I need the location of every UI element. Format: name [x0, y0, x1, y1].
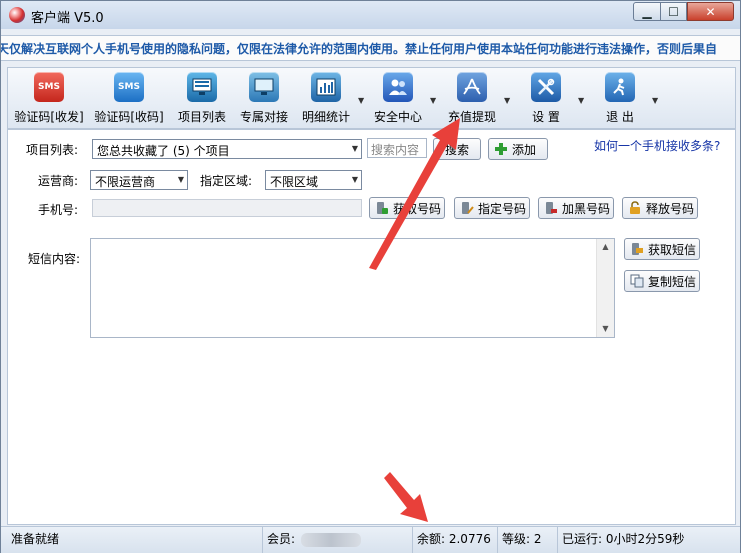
- release-number-label: 释放号码: [646, 201, 695, 216]
- tools-icon: [531, 72, 561, 102]
- region-select-value: 不限区域: [270, 175, 319, 189]
- sms-scrollbar[interactable]: ▲ ▼: [596, 239, 614, 337]
- toolbar-sms-send-receive[interactable]: SMS 验证码[收发]: [12, 68, 86, 128]
- title-bar: 客户端 V5.0 ▁ ☐ ✕: [1, 1, 740, 29]
- search-button-label: 搜索: [444, 142, 469, 157]
- region-label: 指定区域:: [200, 174, 253, 188]
- copy-sms-button[interactable]: 复制短信: [624, 270, 700, 292]
- copy-sms-label: 复制短信: [648, 274, 697, 289]
- status-ready: 准备就绪: [7, 527, 263, 553]
- toolbar-label: 专属对接: [239, 110, 288, 124]
- chevron-down-icon[interactable]: ▼: [504, 96, 510, 105]
- project-select-value: 您总共收藏了 (5) 个项目: [97, 144, 230, 158]
- status-uptime: 已运行: 0小时2分59秒: [562, 532, 685, 546]
- carrier-label: 运营商:: [38, 174, 79, 188]
- chevron-down-icon[interactable]: ▼: [358, 96, 364, 105]
- monitor-list-icon: [187, 72, 217, 102]
- bar-chart-icon: [311, 72, 341, 102]
- window-title: 客户端 V5.0: [31, 11, 104, 26]
- chevron-down-icon: ▼: [351, 144, 358, 153]
- member-label: 会员:: [267, 532, 296, 546]
- search-input[interactable]: 搜索内容: [367, 138, 427, 158]
- main-toolbar: SMS 验证码[收发] SMS 验证码[收码] 项目列表 专属对接 明细统计 ▼: [7, 67, 736, 129]
- phone-edit-icon: [460, 201, 474, 215]
- search-button[interactable]: 搜索: [433, 138, 481, 160]
- toolbar-label: 项目列表: [177, 110, 226, 124]
- toolbar-label: 验证码[收码]: [94, 110, 164, 124]
- toolbar-settings[interactable]: 设 置: [514, 68, 578, 128]
- help-link[interactable]: 如何一个手机接收多条?: [594, 137, 720, 154]
- get-number-button[interactable]: 获取号码: [369, 197, 445, 219]
- toolbar-label: 安全中心: [373, 110, 422, 124]
- assign-number-label: 指定号码: [478, 201, 527, 216]
- sms-content-textarea[interactable]: ▲ ▼: [90, 238, 615, 338]
- sms-phone-icon: [630, 242, 644, 256]
- project-list-label: 项目列表:: [26, 143, 79, 157]
- toolbar-project-list[interactable]: 项目列表: [174, 68, 230, 128]
- add-button[interactable]: 添加: [488, 138, 548, 160]
- toolbar-detail-stats[interactable]: 明细统计: [296, 68, 356, 128]
- toolbar-label: 设 置: [532, 110, 560, 124]
- get-sms-label: 获取短信: [648, 242, 697, 257]
- release-number-button[interactable]: 释放号码: [622, 197, 698, 219]
- chevron-down-icon[interactable]: ▼: [430, 96, 436, 105]
- assign-number-button[interactable]: 指定号码: [454, 197, 530, 219]
- chevron-down-icon[interactable]: ▼: [652, 96, 658, 105]
- notice-text: 天仅解决互联网个人手机号使用的隐私问题，仅限在法律允许的范围内使用。禁止任何用户…: [1, 42, 718, 56]
- status-level: 等级: 2: [498, 527, 558, 553]
- toolbar-label: 退 出: [606, 110, 634, 124]
- phone-label: 手机号:: [38, 203, 79, 217]
- toolbar-sms-receive[interactable]: SMS 验证码[收码]: [92, 68, 166, 128]
- region-select[interactable]: 不限区域 ▼: [265, 170, 362, 190]
- phone-number-field[interactable]: [92, 199, 362, 217]
- app-logo-icon: [9, 7, 25, 23]
- scroll-down-icon[interactable]: ▼: [597, 321, 614, 337]
- member-name-redacted: [300, 532, 361, 547]
- toolbar-exclusive-dock[interactable]: 专属对接: [236, 68, 292, 128]
- chevron-down-icon: ▼: [351, 175, 358, 184]
- phone-plus-icon: [375, 201, 389, 215]
- chevron-down-icon: ▼: [177, 175, 184, 184]
- toolbar-exit[interactable]: 退 出: [592, 68, 648, 128]
- minimize-button[interactable]: ▁: [633, 2, 661, 21]
- carrier-select-value: 不限运营商: [95, 175, 156, 189]
- get-sms-button[interactable]: 获取短信: [624, 238, 700, 260]
- carrier-select[interactable]: 不限运营商 ▼: [90, 170, 188, 190]
- get-number-label: 获取号码: [393, 201, 442, 216]
- close-button[interactable]: ✕: [687, 2, 734, 21]
- main-panel: 项目列表: 您总共收藏了 (5) 个项目 ▼ 搜索内容 搜索 添加 如何一个手机…: [7, 129, 736, 525]
- status-member: 会员:: [263, 527, 413, 553]
- plus-icon: [494, 142, 508, 156]
- run-icon: [605, 72, 635, 102]
- maximize-button[interactable]: ☐: [660, 2, 687, 21]
- acrobat-icon: [457, 72, 487, 102]
- app-window: 客户端 V5.0 ▁ ☐ ✕ 天仅解决互联网个人手机号使用的隐私问题，仅限在法律…: [0, 0, 741, 553]
- status-balance: 余额: 2.0776: [413, 527, 498, 553]
- copy-icon: [630, 274, 644, 288]
- blacklist-number-label: 加黑号码: [562, 201, 611, 216]
- project-select[interactable]: 您总共收藏了 (5) 个项目 ▼: [92, 139, 362, 159]
- chevron-down-icon[interactable]: ▼: [578, 96, 584, 105]
- sms-icon: SMS: [34, 72, 64, 102]
- toolbar-recharge-withdraw[interactable]: 充值提现: [442, 68, 502, 128]
- scroll-up-icon[interactable]: ▲: [597, 239, 614, 255]
- toolbar-label: 明细统计: [301, 110, 350, 124]
- toolbar-label: 充值提现: [447, 110, 496, 124]
- add-button-label: 添加: [512, 142, 537, 157]
- toolbar-security-center[interactable]: 安全中心: [370, 68, 426, 128]
- toolbar-label: 验证码[收发]: [14, 110, 84, 124]
- phone-minus-icon: [544, 201, 558, 215]
- sms-content-label: 短信内容:: [28, 252, 81, 266]
- notice-marquee: 天仅解决互联网个人手机号使用的隐私问题，仅限在法律允许的范围内使用。禁止任何用户…: [1, 35, 740, 61]
- unlock-icon: [628, 201, 642, 215]
- blacklist-number-button[interactable]: 加黑号码: [538, 197, 614, 219]
- users-icon: [383, 72, 413, 102]
- monitor-icon: [249, 72, 279, 102]
- sms-icon: SMS: [114, 72, 144, 102]
- status-bar: 准备就绪 会员: 余额: 2.0776 等级: 2 已运行: 0小时2分59秒: [1, 526, 740, 553]
